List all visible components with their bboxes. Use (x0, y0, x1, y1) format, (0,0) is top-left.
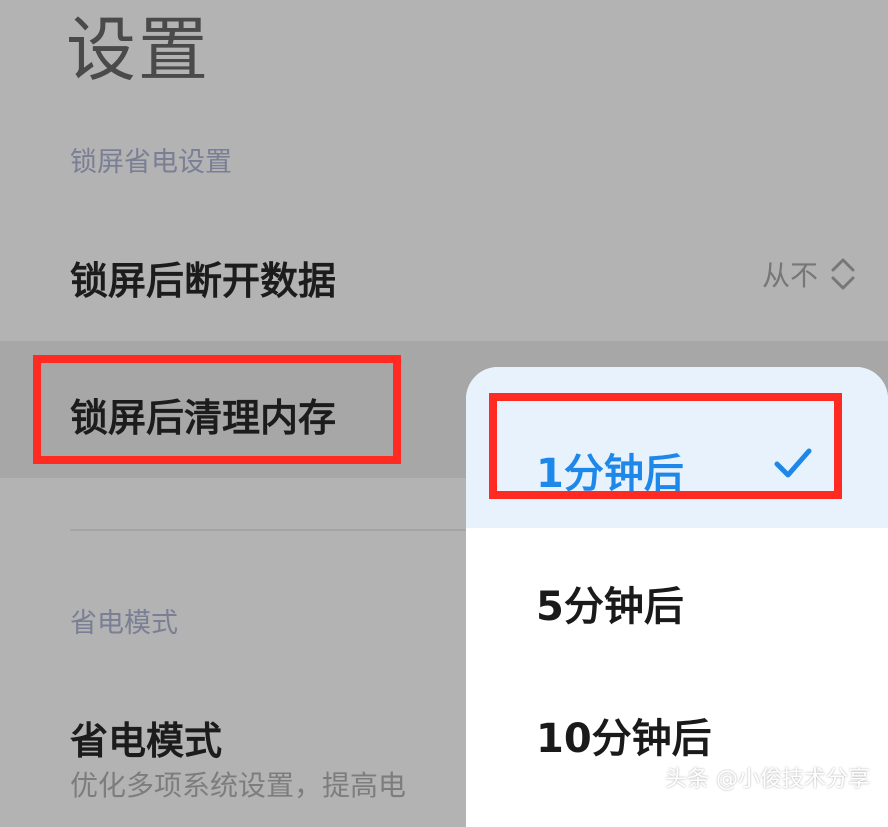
setting-subtitle-power-saving: 优化多项系统设置，提高电 (70, 769, 407, 802)
option-label-5-minutes: 5分钟后 (536, 584, 684, 630)
annotation-box-1-minute (489, 393, 842, 499)
setting-value-disconnect-data[interactable]: 从不 (762, 254, 856, 294)
setting-label-disconnect-data: 锁屏后断开数据 (70, 259, 337, 303)
section-header-power-saving: 省电模式 (70, 608, 178, 639)
annotation-box-clear-memory (33, 355, 401, 464)
option-5-minutes[interactable]: 5分钟后 (466, 528, 888, 666)
setting-label-power-saving: 省电模式 (70, 719, 223, 763)
setting-row-disconnect-data[interactable]: 锁屏后断开数据 从不 (0, 224, 888, 324)
section-header-lock-screen: 锁屏省电设置 (70, 147, 232, 178)
page-title: 设置 (66, 9, 210, 91)
watermark: 头条 @小俊技术分享 (665, 767, 870, 792)
option-label-10-minutes: 10分钟后 (536, 716, 712, 762)
chevron-up-down-icon (831, 258, 855, 290)
setting-value-text: 从不 (761, 259, 818, 292)
